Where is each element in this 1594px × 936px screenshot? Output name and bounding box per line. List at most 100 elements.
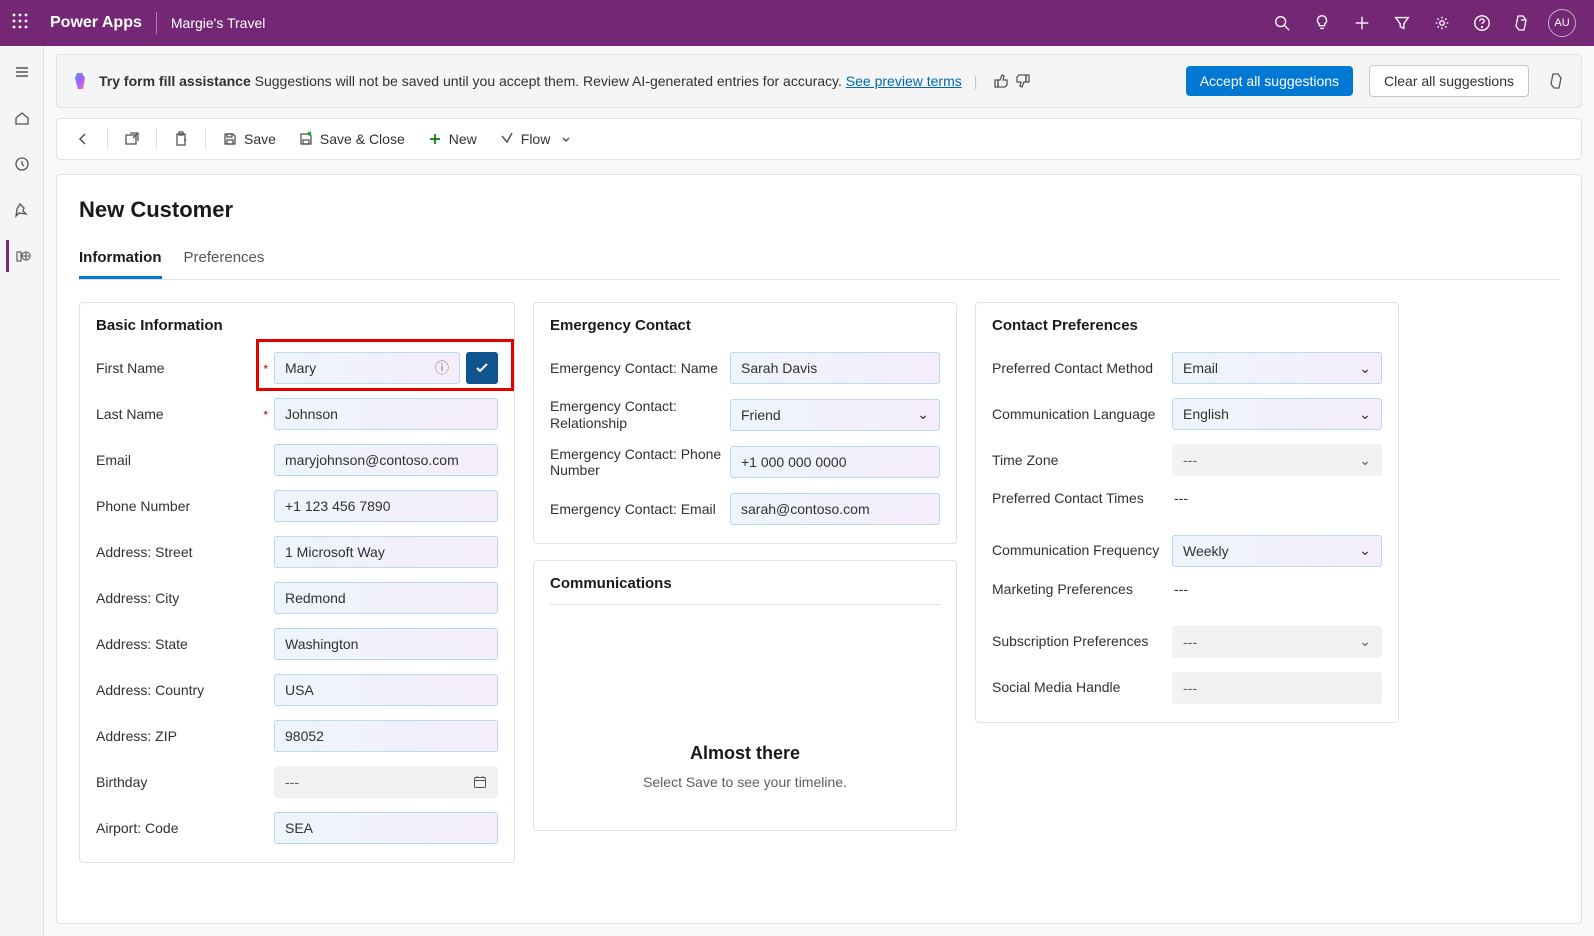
emergency-name-input[interactable]: Sarah Davis [730, 352, 940, 384]
section-heading: Communications [550, 575, 940, 605]
field-label: Address: City [96, 590, 266, 607]
field-label: Preferred Contact Method [992, 360, 1164, 377]
info-icon[interactable]: ⓘ [435, 358, 449, 378]
state-input[interactable]: Washington [274, 628, 498, 660]
section-heading: Contact Preferences [992, 317, 1382, 334]
flow-button[interactable]: Flow [491, 125, 581, 153]
save-close-button[interactable]: Save & Close [290, 125, 413, 153]
chevron-down-icon: ⌄ [1359, 542, 1371, 559]
section-heading: Emergency Contact [550, 317, 940, 334]
field-label: Emergency Contact: Phone Number [550, 446, 722, 480]
new-button[interactable]: New [419, 125, 485, 153]
chevron-down-icon: ⌄ [1359, 360, 1371, 377]
copilot-header-icon[interactable] [1502, 3, 1542, 43]
subscription-select[interactable]: ---⌄ [1172, 626, 1382, 658]
field-label: Address: Street [96, 544, 266, 561]
save-button[interactable]: Save [214, 125, 284, 153]
chevron-down-icon: ⌄ [1359, 633, 1371, 650]
field-label: Birthday [96, 774, 266, 791]
field-label: Marketing Preferences [992, 581, 1164, 598]
form-tabs: Information Preferences [79, 249, 1559, 280]
emergency-email-input[interactable]: sarah@contoso.com [730, 493, 940, 525]
field-label: Subscription Preferences [992, 633, 1164, 650]
country-input[interactable]: USA [274, 674, 498, 706]
frequency-select[interactable]: Weekly⌄ [1172, 535, 1382, 567]
search-icon[interactable] [1262, 3, 1302, 43]
city-input[interactable]: Redmond [274, 582, 498, 614]
field-label: Last Name [96, 406, 266, 423]
email-input[interactable]: maryjohnson@contoso.com [274, 444, 498, 476]
gear-icon[interactable] [1422, 3, 1462, 43]
emergency-rel-select[interactable]: Friend⌄ [730, 399, 940, 431]
contact-method-select[interactable]: Email⌄ [1172, 352, 1382, 384]
clear-all-button[interactable]: Clear all suggestions [1369, 65, 1529, 97]
chevron-down-icon: ⌄ [1359, 452, 1371, 469]
field-label: Address: Country [96, 682, 266, 699]
environment-name[interactable]: Margie's Travel [171, 15, 265, 31]
field-label: Communication Language [992, 406, 1164, 423]
chevron-down-icon: ⌄ [1359, 406, 1371, 423]
waffle-icon[interactable] [12, 13, 32, 33]
globe-icon[interactable] [6, 240, 38, 272]
language-select[interactable]: English⌄ [1172, 398, 1382, 430]
street-input[interactable]: 1 Microsoft Way [274, 536, 498, 568]
copilot-pane-icon[interactable] [1547, 71, 1567, 91]
hamburger-icon[interactable] [6, 56, 38, 88]
calendar-icon[interactable] [473, 775, 487, 789]
app-name: Power Apps [50, 14, 142, 32]
field-label: First Name [96, 360, 266, 377]
zip-input[interactable]: 98052 [274, 720, 498, 752]
user-avatar[interactable]: AU [1542, 3, 1582, 43]
accept-suggestion-button[interactable] [466, 352, 498, 384]
contact-times-value[interactable]: --- [1172, 490, 1382, 506]
clipboard-icon[interactable] [165, 125, 197, 153]
last-name-input[interactable]: Johnson [274, 398, 498, 430]
ai-banner: Try form fill assistance Suggestions wil… [56, 54, 1582, 108]
communications-card: Communications Almost there Select Save … [533, 560, 957, 831]
tab-preferences[interactable]: Preferences [184, 249, 265, 279]
field-label: Address: State [96, 636, 266, 653]
site-rail [0, 46, 44, 936]
help-icon[interactable] [1462, 3, 1502, 43]
add-icon[interactable] [1342, 3, 1382, 43]
recent-icon[interactable] [6, 148, 38, 180]
timezone-select[interactable]: ---⌄ [1172, 444, 1382, 476]
thumbs-down-icon[interactable] [1015, 73, 1031, 89]
field-label: Communication Frequency [992, 542, 1164, 559]
emergency-phone-input[interactable]: +1 000 000 0000 [730, 446, 940, 478]
birthday-input[interactable]: --- [274, 766, 498, 798]
home-icon[interactable] [6, 102, 38, 134]
section-heading: Basic Information [96, 317, 498, 334]
field-label: Airport: Code [96, 820, 266, 837]
emergency-contact-card: Emergency Contact Emergency Contact: Nam… [533, 302, 957, 544]
empty-text: Select Save to see your timeline. [570, 774, 920, 790]
back-button[interactable] [67, 125, 99, 153]
preview-terms-link[interactable]: See preview terms [846, 73, 962, 89]
command-bar: Save Save & Close New Flow [56, 118, 1582, 160]
separator [156, 12, 157, 34]
field-label: Preferred Contact Times [992, 490, 1164, 507]
social-input[interactable]: --- [1172, 672, 1382, 704]
lightbulb-icon[interactable] [1302, 3, 1342, 43]
pin-icon[interactable] [6, 194, 38, 226]
filter-icon[interactable] [1382, 3, 1422, 43]
first-name-input[interactable]: Maryⓘ [274, 352, 460, 384]
global-header: Power Apps Margie's Travel AU [0, 0, 1594, 46]
marketing-value[interactable]: --- [1172, 581, 1382, 597]
contact-preferences-card: Contact Preferences Preferred Contact Me… [975, 302, 1399, 723]
airport-input[interactable]: SEA [274, 812, 498, 844]
accept-all-button[interactable]: Accept all suggestions [1186, 66, 1353, 96]
field-label: Emergency Contact: Name [550, 360, 722, 377]
thumbs-up-icon[interactable] [993, 73, 1009, 89]
chevron-down-icon: ⌄ [917, 406, 929, 423]
tab-information[interactable]: Information [79, 249, 162, 279]
copilot-icon [71, 71, 91, 91]
field-label: Emergency Contact: Email [550, 501, 722, 518]
field-label: Address: ZIP [96, 728, 266, 745]
field-label: Time Zone [992, 452, 1164, 469]
open-new-window-icon[interactable] [116, 125, 148, 153]
phone-input[interactable]: +1 123 456 7890 [274, 490, 498, 522]
page-title: New Customer [79, 197, 1559, 223]
empty-title: Almost there [570, 743, 920, 764]
field-label: Social Media Handle [992, 679, 1164, 696]
